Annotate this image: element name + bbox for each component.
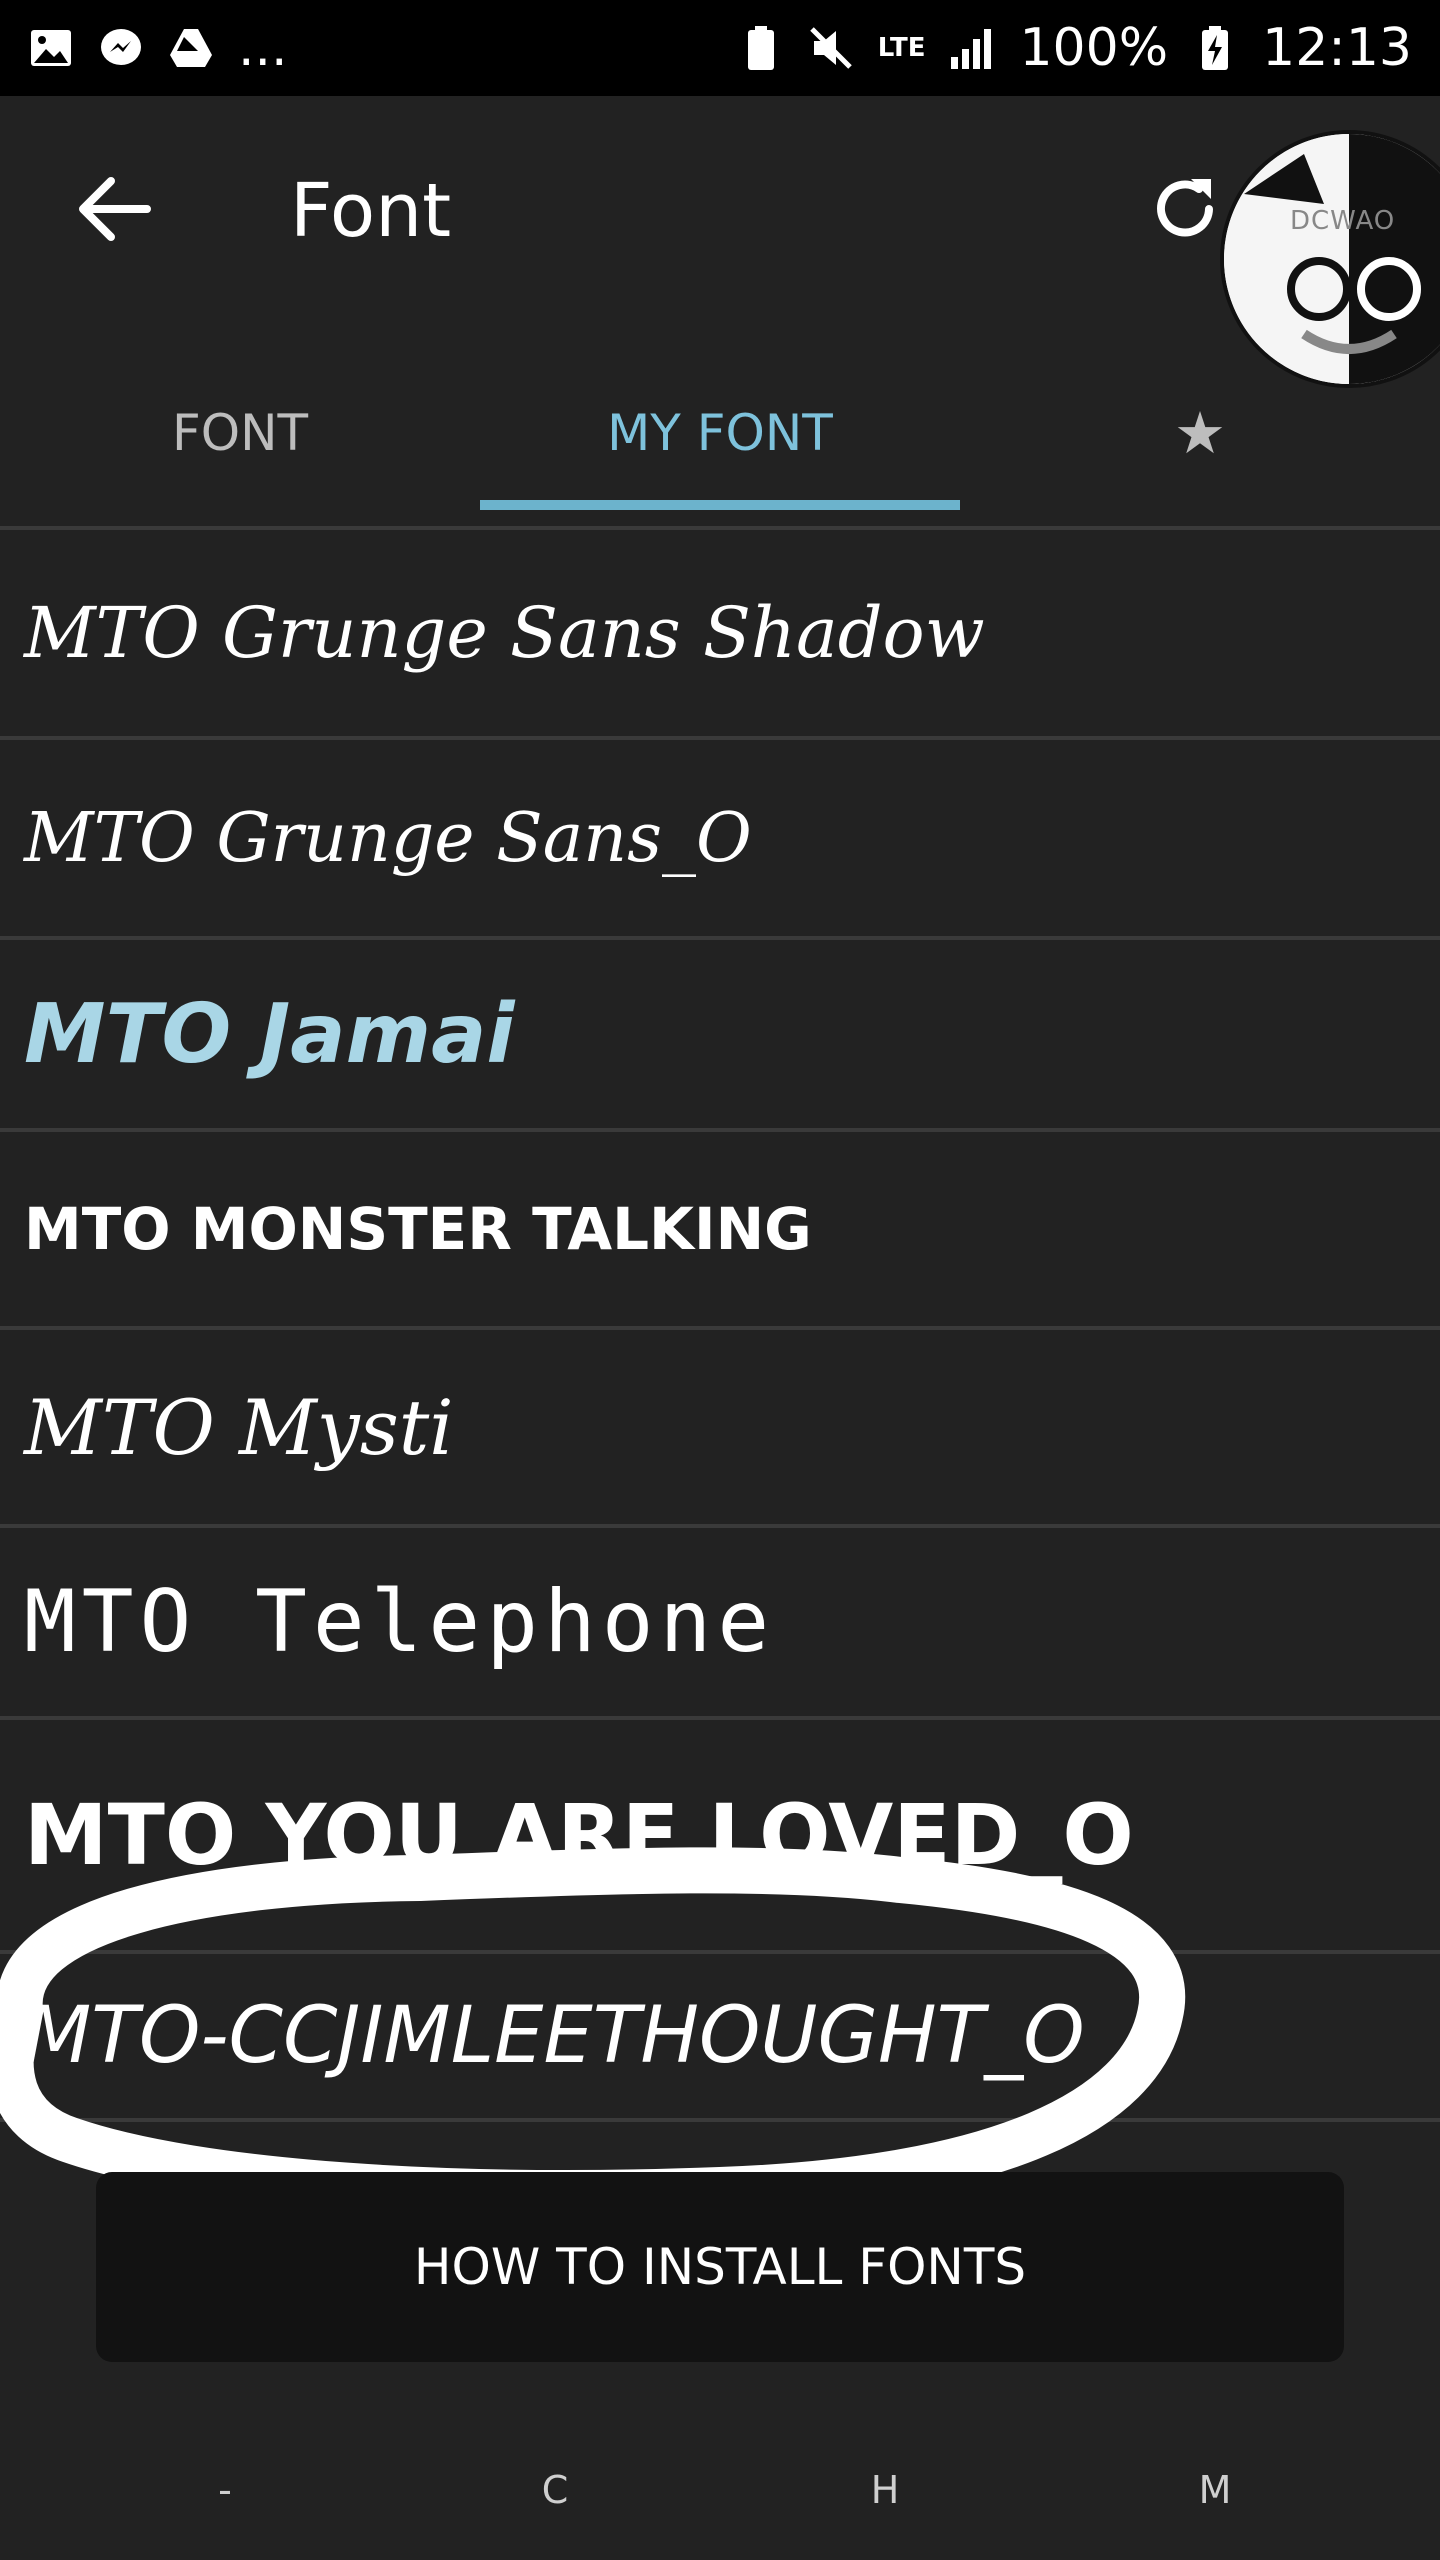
network-type: LTE (877, 33, 926, 63)
nav-item-c[interactable]: C (455, 2468, 655, 2512)
font-item[interactable]: MTO-CCJIMLEETHOUGHT_O (0, 1954, 1440, 2122)
messenger-icon (98, 25, 144, 71)
how-to-install-fonts-button[interactable]: HOW TO INSTALL FONTS (96, 2172, 1344, 2362)
status-bar: ... LTE 100% 12:13 (0, 0, 1440, 96)
nav-item-dash[interactable]: - (125, 2468, 325, 2512)
signal-icon (949, 25, 995, 71)
tab-favorites[interactable]: ★ (960, 340, 1440, 526)
drive-icon (168, 25, 214, 71)
font-item[interactable]: MTO Telephone (0, 1528, 1440, 1720)
app-bar: Font DCWAO (0, 96, 1440, 388)
tab-font[interactable]: FONT (0, 340, 480, 526)
bottom-nav: - C H M (0, 2420, 1440, 2560)
back-button[interactable] (70, 166, 160, 256)
nav-item-m[interactable]: M (1115, 2468, 1315, 2512)
page-title: Font (290, 168, 452, 254)
arrow-left-icon (79, 177, 151, 245)
overflow-indicator: ... (238, 18, 288, 78)
font-item[interactable]: MTO Mysti (0, 1330, 1440, 1528)
tab-bar: FONT MY FONT ★ (0, 340, 1440, 526)
mute-icon (808, 25, 854, 71)
star-icon: ★ (1174, 399, 1226, 467)
tab-my-font[interactable]: MY FONT (480, 340, 960, 526)
refresh-button[interactable] (1140, 166, 1230, 256)
clock: 12:13 (1262, 18, 1412, 78)
battery-saver-icon (738, 25, 784, 71)
avatar-label: DCWAO (1290, 206, 1396, 236)
font-list: MTO Grunge Sans Shadow MTO Grunge Sans_O… (0, 530, 1440, 2122)
battery-charging-icon (1192, 25, 1238, 71)
font-item[interactable]: MTO YOU ARE LOVED_O (0, 1720, 1440, 1954)
gallery-icon (28, 25, 74, 71)
refresh-icon (1149, 173, 1221, 249)
active-tab-indicator (480, 500, 960, 510)
nav-item-h[interactable]: H (785, 2468, 985, 2512)
font-item[interactable]: MTO Grunge Sans_O (0, 740, 1440, 940)
font-item[interactable]: MTO MONSTER TALKING (0, 1132, 1440, 1330)
font-item-selected[interactable]: MTO Jamai (0, 940, 1440, 1132)
font-item[interactable]: MTO Grunge Sans Shadow (0, 530, 1440, 740)
battery-percent: 100% (1019, 18, 1169, 78)
